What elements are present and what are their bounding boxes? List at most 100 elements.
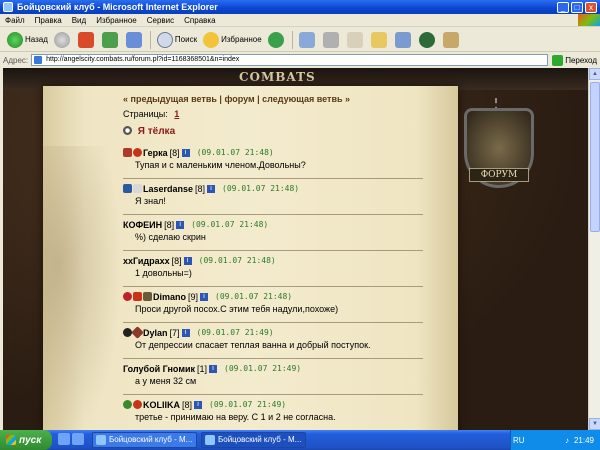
menu-help[interactable]: Справка xyxy=(179,16,220,25)
menu-edit[interactable]: Правка xyxy=(30,16,67,25)
post-author[interactable]: Герка xyxy=(143,148,168,158)
start-button[interactable]: пуск xyxy=(0,430,52,450)
info-icon[interactable]: i xyxy=(200,292,209,301)
post-text: третье - принимаю на веру. С 1 и 2 не со… xyxy=(135,412,336,422)
scroll-down-icon[interactable]: ▼ xyxy=(589,418,600,430)
search-icon xyxy=(156,31,173,48)
forum-post: Голубой Гномик [1] i (09.01.07 21:49) а … xyxy=(123,362,463,398)
next-thread-link[interactable]: следующая ветвь » xyxy=(262,94,350,104)
menu-tools[interactable]: Сервис xyxy=(142,16,179,25)
post-divider xyxy=(123,250,423,251)
page-link-1[interactable]: 1 xyxy=(174,109,179,119)
forum-post: Dimano [9] i (09.01.07 21:48) Проси друг… xyxy=(123,290,463,326)
post-level: [7] xyxy=(169,327,180,338)
back-arrow-icon xyxy=(7,31,23,48)
prev-thread-link[interactable]: « предыдущая ветвь xyxy=(123,94,217,104)
vertical-scrollbar[interactable]: ▲ ▼ xyxy=(588,68,600,430)
links-button[interactable] xyxy=(440,30,464,50)
clan-icon xyxy=(133,292,142,301)
messenger-button[interactable] xyxy=(392,30,416,50)
site-logo: COMBATS xyxy=(239,70,316,84)
post-author[interactable]: КОФЕИН xyxy=(123,220,162,230)
scroll-thumb[interactable] xyxy=(590,82,600,232)
address-input[interactable]: http://angelscity.combats.ru/forum.pl?id… xyxy=(31,54,549,66)
forum-link[interactable]: форум xyxy=(224,94,254,104)
stop-icon xyxy=(77,31,94,48)
windows-logo-icon xyxy=(578,14,600,26)
star-icon xyxy=(203,31,220,48)
info-icon[interactable]: i xyxy=(194,400,203,409)
discuss-button[interactable] xyxy=(368,30,392,50)
content-viewport: COMBATS ФОРУМ « предыдущая ветвь | форум… xyxy=(3,68,588,430)
close-button[interactable]: x xyxy=(585,1,597,13)
menu-favorites[interactable]: Избранное xyxy=(91,16,142,25)
info-icon[interactable]: i xyxy=(207,184,216,193)
stop-button[interactable] xyxy=(75,30,99,50)
window-title: Бойцовский клуб - Microsoft Internet Exp… xyxy=(17,2,218,12)
info-icon[interactable]: i xyxy=(181,328,190,337)
post-list: Герка [8] i (09.01.07 21:48) Тупая и с м… xyxy=(123,146,463,430)
info-icon[interactable]: i xyxy=(176,220,185,229)
taskbar-window-2[interactable]: Бойцовский клуб - M... xyxy=(201,432,306,448)
post-level: [8] xyxy=(195,183,206,194)
mail-button[interactable] xyxy=(296,30,320,50)
language-indicator[interactable]: RU xyxy=(513,436,525,445)
volume-icon[interactable]: ♪ xyxy=(565,436,569,445)
post-author[interactable]: Laserdanse xyxy=(143,184,193,194)
scroll-up-icon[interactable]: ▲ xyxy=(589,68,600,80)
minimize-button[interactable]: _ xyxy=(557,1,569,13)
post-time: (09.01.07 21:49) xyxy=(196,328,274,337)
post-text: От депрессии спасает теплая ванна и добр… xyxy=(135,340,371,350)
research-button[interactable] xyxy=(416,30,440,50)
toolbar: Назад Поиск Избранное xyxy=(0,28,600,52)
post-author[interactable]: Голубой Гномик xyxy=(123,364,195,374)
favorites-button[interactable]: Избранное xyxy=(200,30,265,50)
post-author[interactable]: xxГидраxx xyxy=(123,256,170,266)
home-icon xyxy=(125,31,142,48)
clan-icon xyxy=(123,184,132,193)
quick-launch xyxy=(58,433,88,447)
clan-icon xyxy=(133,400,142,409)
back-button[interactable]: Назад xyxy=(4,30,51,50)
refresh-button[interactable] xyxy=(99,30,123,50)
menu-bar: Файл Правка Вид Избранное Сервис Справка xyxy=(0,14,600,27)
info-icon[interactable]: i xyxy=(209,364,218,373)
go-button[interactable]: Переход xyxy=(552,54,597,66)
clock: 21:49 xyxy=(573,435,594,445)
messenger-icon xyxy=(394,31,411,48)
forum-emblem[interactable]: ФОРУМ xyxy=(459,98,539,198)
search-button[interactable]: Поиск xyxy=(154,30,200,50)
rank-icon xyxy=(143,292,152,301)
post-text: Проси другой посох.С этим тебя надули,по… xyxy=(135,304,339,314)
home-button[interactable] xyxy=(123,30,147,50)
forward-button[interactable] xyxy=(51,30,75,50)
address-url: http://angelscity.combats.ru/forum.pl?id… xyxy=(46,56,240,63)
alignment-icon xyxy=(123,292,132,301)
pages-label: Страницы: xyxy=(123,109,168,119)
post-author[interactable]: Dimano xyxy=(153,292,186,302)
post-time: (09.01.07 21:48) xyxy=(196,148,274,157)
menu-view[interactable]: Вид xyxy=(67,16,91,25)
desktop-quicklaunch-icon[interactable] xyxy=(72,433,84,445)
edit-button[interactable] xyxy=(344,30,368,50)
taskbar-window-1[interactable]: Бойцовский клуб - M... xyxy=(92,432,197,448)
search-label: Поиск xyxy=(174,35,198,44)
ie-quicklaunch-icon[interactable] xyxy=(58,433,70,445)
print-icon xyxy=(322,31,339,48)
post-divider xyxy=(123,394,423,395)
print-button[interactable] xyxy=(320,30,344,50)
refresh-icon xyxy=(101,31,118,48)
post-time: (09.01.07 21:48) xyxy=(198,256,276,265)
thread-title: Я тёлка xyxy=(123,126,175,137)
post-author[interactable]: Dylan xyxy=(143,328,168,338)
start-label: пуск xyxy=(19,434,42,446)
info-icon[interactable]: i xyxy=(181,148,190,157)
post-author[interactable]: KOLIIKA xyxy=(143,400,180,410)
maximize-button[interactable]: □ xyxy=(571,1,583,13)
info-icon[interactable]: i xyxy=(183,256,192,265)
forward-arrow-icon xyxy=(53,31,70,48)
post-text: 1 довольны=) xyxy=(135,268,192,278)
clan-icon xyxy=(123,148,132,157)
history-button[interactable] xyxy=(265,30,289,50)
menu-file[interactable]: Файл xyxy=(0,16,30,25)
